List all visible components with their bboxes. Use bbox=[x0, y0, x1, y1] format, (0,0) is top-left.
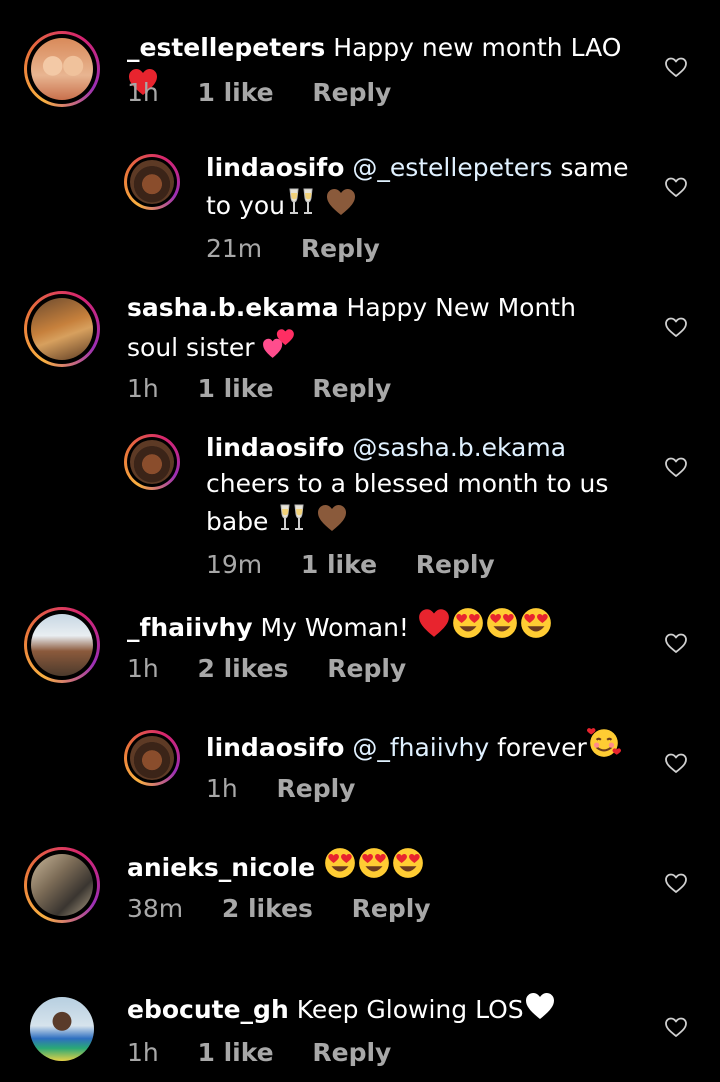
two-hearts-icon bbox=[262, 326, 296, 360]
likes-count[interactable]: 2 likes bbox=[197, 654, 288, 683]
mention-link[interactable]: @_estellepeters bbox=[352, 153, 552, 182]
heart-outline-icon[interactable] bbox=[664, 1015, 688, 1039]
comment-username[interactable]: lindaosifo bbox=[206, 733, 344, 762]
comment-time: 1h bbox=[127, 78, 159, 107]
comment-time: 21m bbox=[206, 234, 263, 263]
heart-eyes-icon bbox=[323, 846, 357, 880]
avatar[interactable] bbox=[24, 607, 100, 683]
reply-button[interactable]: Reply bbox=[301, 234, 380, 263]
heart-eyes-icon bbox=[485, 606, 519, 640]
mention-link[interactable]: @_fhaiivhy bbox=[352, 733, 489, 762]
likes-count[interactable]: 1 like bbox=[197, 1038, 273, 1067]
avatar[interactable] bbox=[24, 847, 100, 923]
likes-count[interactable]: 1 like bbox=[301, 550, 377, 579]
comment-text: Happy new month LAO bbox=[333, 33, 622, 62]
avatar[interactable] bbox=[24, 31, 100, 107]
reply-button[interactable]: Reply bbox=[312, 1038, 391, 1067]
comment-text: Keep Glowing LOS bbox=[296, 995, 524, 1024]
comment-time: 1h bbox=[127, 1038, 159, 1067]
smiling-face-with-hearts-icon bbox=[587, 726, 621, 760]
comment-text: forever bbox=[497, 733, 587, 762]
comment-username[interactable]: lindaosifo bbox=[206, 433, 344, 462]
reply-button[interactable]: Reply bbox=[312, 374, 391, 403]
avatar[interactable] bbox=[124, 154, 180, 210]
comment-time: 1h bbox=[206, 774, 238, 803]
heart-outline-icon[interactable] bbox=[664, 55, 688, 79]
heart-eyes-icon bbox=[519, 606, 553, 640]
comment-time: 19m bbox=[206, 550, 263, 579]
reply-button[interactable]: Reply bbox=[352, 894, 431, 923]
comment-username[interactable]: anieks_nicole bbox=[127, 853, 315, 882]
avatar[interactable] bbox=[24, 291, 100, 367]
heart-outline-icon[interactable] bbox=[664, 315, 688, 339]
heart-outline-icon[interactable] bbox=[664, 871, 688, 895]
avatar[interactable] bbox=[124, 434, 180, 490]
reply-button[interactable]: Reply bbox=[276, 774, 355, 803]
clinking-glasses-icon bbox=[285, 186, 317, 218]
mention-link[interactable]: @sasha.b.ekama bbox=[352, 433, 566, 462]
brown-heart-icon bbox=[316, 502, 348, 534]
clinking-glasses-icon bbox=[276, 502, 308, 534]
likes-count[interactable]: 1 like bbox=[197, 374, 273, 403]
likes-count[interactable]: 1 like bbox=[197, 78, 273, 107]
heart-eyes-icon bbox=[357, 846, 391, 880]
comment-time: 1h bbox=[127, 374, 159, 403]
reply-button[interactable]: Reply bbox=[312, 78, 391, 107]
comment-username[interactable]: lindaosifo bbox=[206, 153, 344, 182]
comment-time: 38m bbox=[127, 894, 184, 923]
reply-button[interactable]: Reply bbox=[327, 654, 406, 683]
avatar[interactable] bbox=[124, 730, 180, 786]
white-heart-icon bbox=[524, 990, 556, 1022]
likes-count[interactable]: 2 likes bbox=[222, 894, 313, 923]
red-heart-icon bbox=[417, 606, 451, 640]
comment-text: My Woman! bbox=[260, 613, 409, 642]
brown-heart-icon bbox=[325, 186, 357, 218]
comment-username[interactable]: _estellepeters bbox=[127, 33, 325, 62]
comment-username[interactable]: sasha.b.ekama bbox=[127, 293, 339, 322]
comment-username[interactable]: _fhaiivhy bbox=[127, 613, 253, 642]
avatar[interactable] bbox=[30, 997, 94, 1061]
heart-outline-icon[interactable] bbox=[664, 455, 688, 479]
reply-button[interactable]: Reply bbox=[416, 550, 495, 579]
comment-username[interactable]: ebocute_gh bbox=[127, 995, 289, 1024]
heart-outline-icon[interactable] bbox=[664, 175, 688, 199]
comment-text: cheers to a blessed month to us babe bbox=[206, 469, 609, 536]
heart-outline-icon[interactable] bbox=[664, 631, 688, 655]
heart-outline-icon[interactable] bbox=[664, 751, 688, 775]
comment-time: 1h bbox=[127, 654, 159, 683]
heart-eyes-icon bbox=[451, 606, 485, 640]
heart-eyes-icon bbox=[391, 846, 425, 880]
